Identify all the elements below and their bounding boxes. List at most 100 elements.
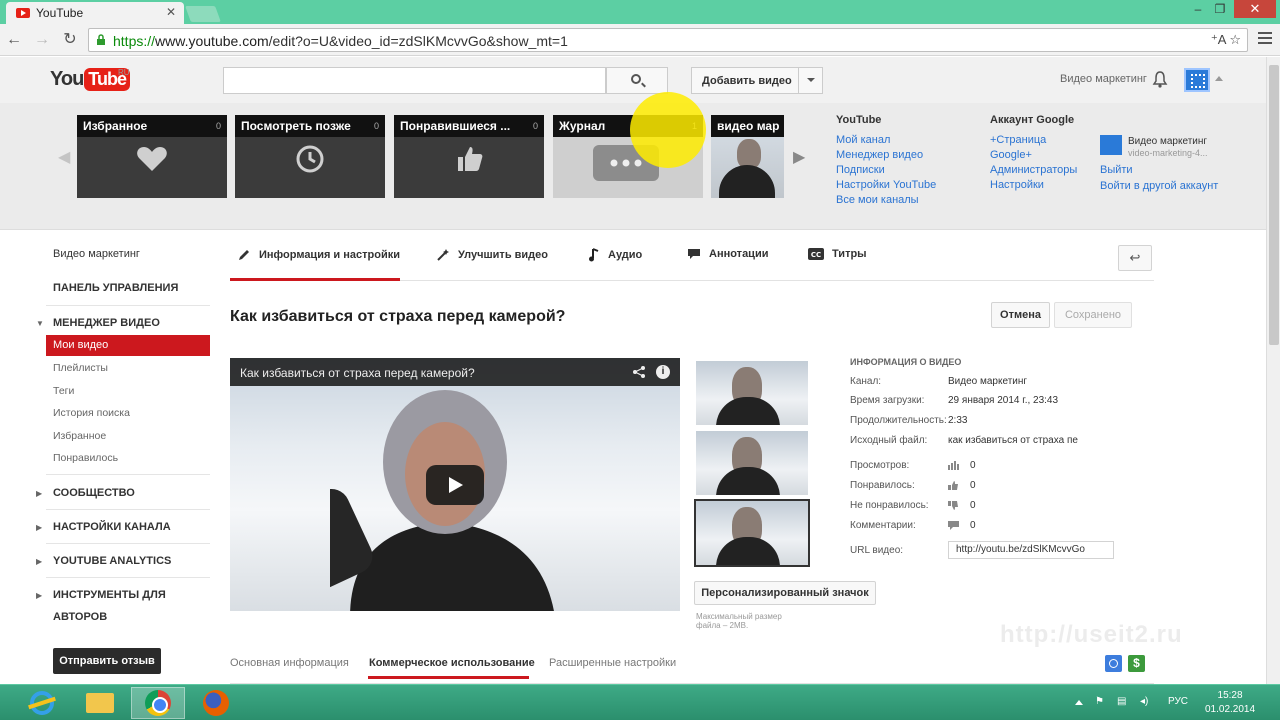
tab-enhancements[interactable]: Улучшить видео [436, 248, 548, 262]
playlist-card-liked[interactable]: Понравившиеся ... 0 [394, 115, 544, 198]
browser-tab[interactable]: YouTube ✕ [6, 2, 184, 24]
cursor-highlight [630, 92, 706, 168]
firefox-icon[interactable] [203, 690, 229, 716]
sidebar-item-dashboard[interactable]: ПАНЕЛЬ УПРАВЛЕНИЯ [53, 282, 178, 294]
link-logout[interactable]: Выйти [1100, 164, 1133, 176]
sidebar-item-search-history[interactable]: История поиска [53, 407, 130, 419]
cc-icon: CC [808, 248, 824, 260]
info-icon[interactable]: i [656, 365, 670, 379]
playlist-card-channel[interactable]: видео мар [711, 115, 784, 198]
editor-tabs: Информация и настройки Улучшить видео Ау… [230, 231, 1154, 281]
reload-icon[interactable]: ↻ [60, 30, 80, 50]
youtube-column-title: YouTube [836, 114, 882, 126]
flag-icon[interactable]: ⚑ [1095, 696, 1104, 707]
tab-audio[interactable]: Аудио [588, 248, 642, 262]
new-tab-button[interactable] [185, 6, 221, 22]
maximize-icon[interactable]: ❐ [1208, 2, 1232, 16]
sidebar-item-playlists[interactable]: Плейлисты [53, 362, 108, 374]
link-google-settings[interactable]: Настройки [990, 179, 1044, 191]
link-youtube-settings[interactable]: Настройки YouTube [836, 179, 936, 191]
thumbnail-option-selected[interactable] [694, 499, 810, 567]
globe-icon[interactable] [1105, 655, 1122, 672]
sidebar-item-analytics[interactable]: YOUTUBE ANALYTICS [53, 555, 171, 567]
tab-basic-info[interactable]: Основная информация [230, 657, 349, 669]
sidebar-item-tags[interactable]: Теги [53, 385, 74, 397]
address-bar[interactable]: https://www.youtube.com/edit?o=U&video_i… [88, 28, 1248, 52]
sidebar-channel-name[interactable]: Видео маркетинг [53, 248, 140, 260]
comment-icon [948, 521, 959, 530]
bell-icon[interactable] [1152, 70, 1168, 88]
chrome-icon[interactable] [145, 690, 171, 716]
chevron-right-icon[interactable]: ▶ [793, 147, 805, 167]
bar-chart-icon [948, 461, 959, 470]
link-my-channel[interactable]: Мой канал [836, 134, 890, 146]
chevron-down-icon[interactable] [798, 68, 822, 93]
playlist-card-watch-later[interactable]: Посмотреть позже 0 [235, 115, 385, 198]
dollar-icon[interactable]: $ [1128, 655, 1145, 672]
minimize-icon[interactable]: – [1186, 2, 1210, 16]
tray-expand-icon[interactable] [1075, 700, 1083, 705]
language-indicator[interactable]: РУС [1168, 696, 1188, 707]
link-switch-account[interactable]: Войти в другой аккаунт [1100, 180, 1218, 192]
back-icon[interactable]: ← [4, 30, 24, 50]
masthead-channel-name[interactable]: Видео маркетинг [1060, 73, 1147, 85]
search-input[interactable] [223, 67, 606, 94]
cancel-button[interactable]: Отмена [991, 302, 1050, 328]
sidebar-item-video-manager[interactable]: МЕНЕДЖЕР ВИДЕО [53, 317, 160, 329]
video-player[interactable]: Как избавиться от страха перед камерой? … [230, 358, 680, 611]
upload-button[interactable]: Добавить видео [691, 67, 823, 94]
thumbnail-option[interactable] [696, 431, 808, 495]
link-subscriptions[interactable]: Подписки [836, 164, 885, 176]
tab-annotations[interactable]: Аннотации [687, 248, 768, 260]
link-all-channels[interactable]: Все мои каналы [836, 194, 919, 206]
chevron-left-icon[interactable]: ◀ [58, 147, 70, 167]
tab-monetization[interactable]: Коммерческое использование [369, 657, 535, 669]
forward-icon[interactable]: → [32, 30, 52, 50]
saved-button: Сохранено [1054, 302, 1132, 328]
video-url-field[interactable]: http://youtu.be/zdSlKMcvvGo [948, 541, 1114, 559]
translate-icon[interactable]: ⁺A ☆ [1211, 32, 1241, 48]
tab-info-settings[interactable]: Информация и настройки [237, 248, 400, 262]
taskbar-clock[interactable]: 15:28 01.02.2014 [1205, 689, 1255, 717]
playlist-card-favorites[interactable]: Избранное 0 [77, 115, 227, 198]
link-video-manager[interactable]: Менеджер видео [836, 149, 923, 161]
send-feedback-button[interactable]: Отправить отзыв [53, 648, 161, 674]
clock-icon [296, 145, 324, 173]
search-button[interactable] [606, 67, 668, 94]
close-tab-icon[interactable]: ✕ [166, 5, 176, 19]
divider [46, 509, 210, 510]
volume-icon[interactable]: ◂) [1140, 696, 1148, 707]
file-explorer-icon[interactable] [86, 693, 114, 713]
url-path: /edit?o=U&video_id=zdSlKMcvvGo&show_mt=1 [268, 33, 568, 49]
play-icon[interactable] [426, 465, 484, 505]
thumbnail-option[interactable] [696, 361, 808, 425]
playlist-title: видео мар [717, 119, 780, 133]
internet-explorer-icon[interactable] [30, 691, 54, 715]
sidebar-item-creator-tools-line2[interactable]: АВТОРОВ [53, 611, 107, 623]
sidebar-item-channel-settings[interactable]: НАСТРОЙКИ КАНАЛА [53, 521, 171, 533]
caret-right-icon: ▶ [36, 523, 43, 532]
link-plus-page[interactable]: +Страница [990, 134, 1046, 146]
return-arrow-icon[interactable]: ↩ [1118, 245, 1152, 271]
caret-right-icon: ▶ [36, 591, 43, 600]
custom-thumbnail-button[interactable]: Персонализированный значок [694, 581, 876, 605]
chrome-menu-icon[interactable] [1258, 32, 1272, 44]
network-icon[interactable]: ▤ [1117, 696, 1126, 707]
sidebar-item-favorites[interactable]: Избранное [53, 430, 106, 442]
link-google-plus[interactable]: Google+ [990, 149, 1032, 161]
share-icon[interactable] [632, 365, 646, 379]
scrollbar-thumb[interactable] [1269, 65, 1279, 345]
sidebar-item-my-videos[interactable]: Мои видео [46, 335, 210, 356]
playlist-title: Журнал [559, 119, 606, 133]
tab-advanced-settings[interactable]: Расширенные настройки [549, 657, 676, 669]
tab-captions[interactable]: CC Титры [808, 248, 867, 260]
info-label-likes: Понравилось: [850, 480, 915, 491]
page-scrollbar[interactable] [1266, 57, 1280, 684]
sidebar-item-community[interactable]: СООБЩЕСТВО [53, 487, 135, 499]
sidebar-item-creator-tools[interactable]: ИНСТРУМЕНТЫ ДЛЯ [53, 589, 166, 601]
avatar[interactable] [1184, 68, 1210, 92]
link-managers[interactable]: Администраторы [990, 164, 1077, 176]
sidebar-item-liked[interactable]: Понравилось [53, 452, 118, 464]
video-thumbnail-body [719, 165, 775, 198]
window-close-button[interactable]: ✕ [1234, 0, 1276, 18]
